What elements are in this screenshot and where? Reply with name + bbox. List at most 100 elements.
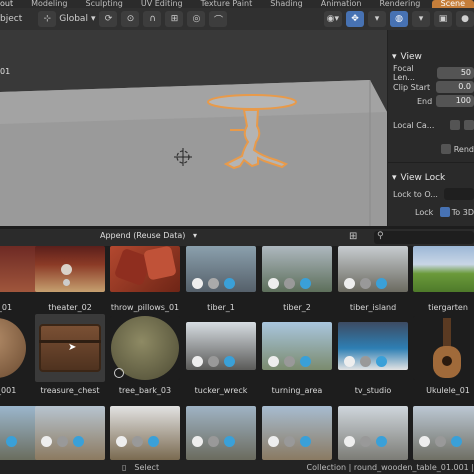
asset-thumbnail[interactable] xyxy=(338,406,408,460)
viewport-header: bject ⊹ Global ▾ ⟳ ⊙ ∩ ⊞ ◎ ⌒ ◉▾ ✥ ▾ ◍ ▾ … xyxy=(0,8,474,30)
asset-thumbnail[interactable] xyxy=(262,406,332,460)
lock-label: Lock xyxy=(415,207,434,217)
asset-thumbnail[interactable] xyxy=(186,246,256,292)
tab-layout[interactable]: out xyxy=(0,0,22,8)
shading-solid-icon[interactable]: ● xyxy=(456,11,474,27)
sidebar-n-panel: ▾ View Focal Len... 50 Clip Start 0.0 En… xyxy=(387,30,474,226)
render-region-row: Rend xyxy=(388,142,474,156)
focal-length-field[interactable]: 50 xyxy=(436,67,474,79)
orientation-label: Global xyxy=(59,14,88,24)
pivot-icon[interactable]: ⟳ xyxy=(99,11,118,27)
asset-thumbnail[interactable] xyxy=(338,246,408,292)
asset-thumbnail[interactable] xyxy=(338,322,408,370)
gizmo-icon[interactable]: ✥ xyxy=(346,11,364,27)
render-region-label: Rend xyxy=(453,144,474,154)
3d-viewport[interactable]: 01 xyxy=(0,30,387,226)
tab-rendering[interactable]: Rendering xyxy=(371,0,430,8)
local-camera-picker[interactable] xyxy=(464,120,474,130)
tab-texture-paint[interactable]: Texture Paint xyxy=(192,0,262,8)
lock-row: Lock To 3D xyxy=(388,205,474,219)
asset-name: tiber_2 xyxy=(283,303,311,312)
asset-thumbnail[interactable] xyxy=(262,322,332,370)
chevron-down-icon: ▾ xyxy=(392,52,397,62)
workspace-tabs: out Modeling Sculpting UV Editing Textur… xyxy=(0,0,474,8)
asset-grid: _01 theater_02 throw_pillows_01 tiber_1 … xyxy=(0,246,474,460)
scene-selector[interactable]: Scene xyxy=(431,0,474,8)
asset-name: Ukulele_01 xyxy=(426,386,470,395)
import-method-dropdown[interactable]: Append (Reuse Data) ▾ xyxy=(100,231,197,240)
asset-thumbnail[interactable] xyxy=(413,316,474,380)
lock-to-3d-cursor-label: To 3D xyxy=(451,207,474,217)
falloff-icon[interactable]: ⌒ xyxy=(209,11,228,27)
asset-thumbnail[interactable] xyxy=(110,316,180,380)
clip-start-field[interactable]: 0.0 xyxy=(436,81,474,93)
tab-modeling[interactable]: Modeling xyxy=(22,0,76,8)
asset-thumbnail[interactable]: ➤ xyxy=(35,314,105,382)
asset-thumbnail[interactable] xyxy=(413,406,474,460)
asset-name: tiergarten xyxy=(428,303,468,312)
lock-to-3d-cursor-checkbox[interactable] xyxy=(439,207,450,217)
mouse-left-icon: ▯ xyxy=(122,462,127,472)
tab-animation[interactable]: Animation xyxy=(312,0,371,8)
gizmo-dropdown-icon[interactable]: ▾ xyxy=(368,11,386,27)
snap-target-icon[interactable]: ⊞ xyxy=(165,11,184,27)
snap-icon[interactable]: ⊙ xyxy=(121,11,140,27)
overlay-icon[interactable]: ◍ xyxy=(390,11,408,27)
lock-to-object-row: Lock to O... xyxy=(388,187,474,201)
mode-selector[interactable]: bject xyxy=(0,14,22,24)
asset-browser-header: Append (Reuse Data) ▾ ⊞ ⚲ xyxy=(0,229,474,246)
chevron-down-icon: ▾ xyxy=(392,173,397,183)
visibility-icon[interactable]: ◉▾ xyxy=(323,11,342,27)
view-section-title: View xyxy=(400,52,422,62)
asset-name: tiber_1 xyxy=(207,303,235,312)
asset-thumbnail[interactable] xyxy=(186,322,256,370)
object-name-label: 01 xyxy=(0,67,11,76)
lock-to-object-field[interactable] xyxy=(444,188,474,200)
overlay-dropdown-icon[interactable]: ▾ xyxy=(412,11,430,27)
proportional-edit-icon[interactable]: ◎ xyxy=(187,11,206,27)
asset-thumbnail[interactable] xyxy=(35,406,105,460)
asset-thumbnail[interactable] xyxy=(35,246,105,292)
clip-start-label: Clip Start xyxy=(393,82,431,92)
asset-thumbnail[interactable] xyxy=(110,246,180,292)
focal-length-label: Focal Len... xyxy=(393,64,415,82)
asset-name: tv_studio xyxy=(354,386,392,395)
local-camera-checkbox[interactable] xyxy=(450,120,460,130)
asset-name: turning_area xyxy=(271,386,323,395)
asset-name: throw_pillows_01 xyxy=(110,303,180,312)
tab-shading[interactable]: Shading xyxy=(261,0,312,8)
tab-uv-editing[interactable]: UV Editing xyxy=(132,0,192,8)
import-method-label: Append (Reuse Data) xyxy=(100,231,186,240)
asset-name: tucker_wreck xyxy=(194,386,248,395)
tab-sculpting[interactable]: Sculpting xyxy=(77,0,132,8)
asset-thumbnail[interactable] xyxy=(262,246,332,292)
chevron-down-icon: ▾ xyxy=(90,14,96,24)
xray-icon[interactable]: ▣ xyxy=(434,11,452,27)
search-input[interactable]: ⚲ xyxy=(374,231,474,244)
chevron-down-icon: ▾ xyxy=(192,231,197,240)
render-region-checkbox[interactable] xyxy=(440,144,451,154)
asset-name: tiber_island xyxy=(349,303,397,312)
divider xyxy=(388,162,474,163)
cursor-pointer-icon: ➤ xyxy=(68,342,77,353)
asset-thumbnail[interactable] xyxy=(186,406,256,460)
asset-thumbnail[interactable] xyxy=(413,246,474,292)
asset-type-icon xyxy=(114,368,124,378)
local-camera-row: Local Ca... xyxy=(388,118,474,132)
magnet-icon[interactable]: ∩ xyxy=(143,11,162,27)
clip-end-field[interactable]: 100 xyxy=(436,95,474,107)
clip-end-row: End 100 xyxy=(388,94,474,108)
status-collection-info: Collection | round_wooden_table_01.001 | xyxy=(306,462,474,472)
lock-to-object-label: Lock to O... xyxy=(393,189,438,199)
local-camera-label: Local Ca... xyxy=(393,120,435,130)
view-lock-section-title: View Lock xyxy=(400,173,446,183)
asset-thumbnail[interactable] xyxy=(110,406,180,460)
transform-orientation-dropdown[interactable]: ⊹ Global ▾ xyxy=(38,11,95,27)
orientation-icon: ⊹ xyxy=(38,11,57,27)
asset-name: treasure_chest xyxy=(40,386,100,395)
display-mode-icon[interactable]: ⊞ xyxy=(349,231,357,242)
status-select-label: Select xyxy=(134,462,160,472)
status-bar: ▯ Select Collection | round_wooden_table… xyxy=(0,460,474,474)
search-icon: ⚲ xyxy=(377,231,384,241)
view-lock-section-header[interactable]: ▾ View Lock xyxy=(388,169,474,187)
